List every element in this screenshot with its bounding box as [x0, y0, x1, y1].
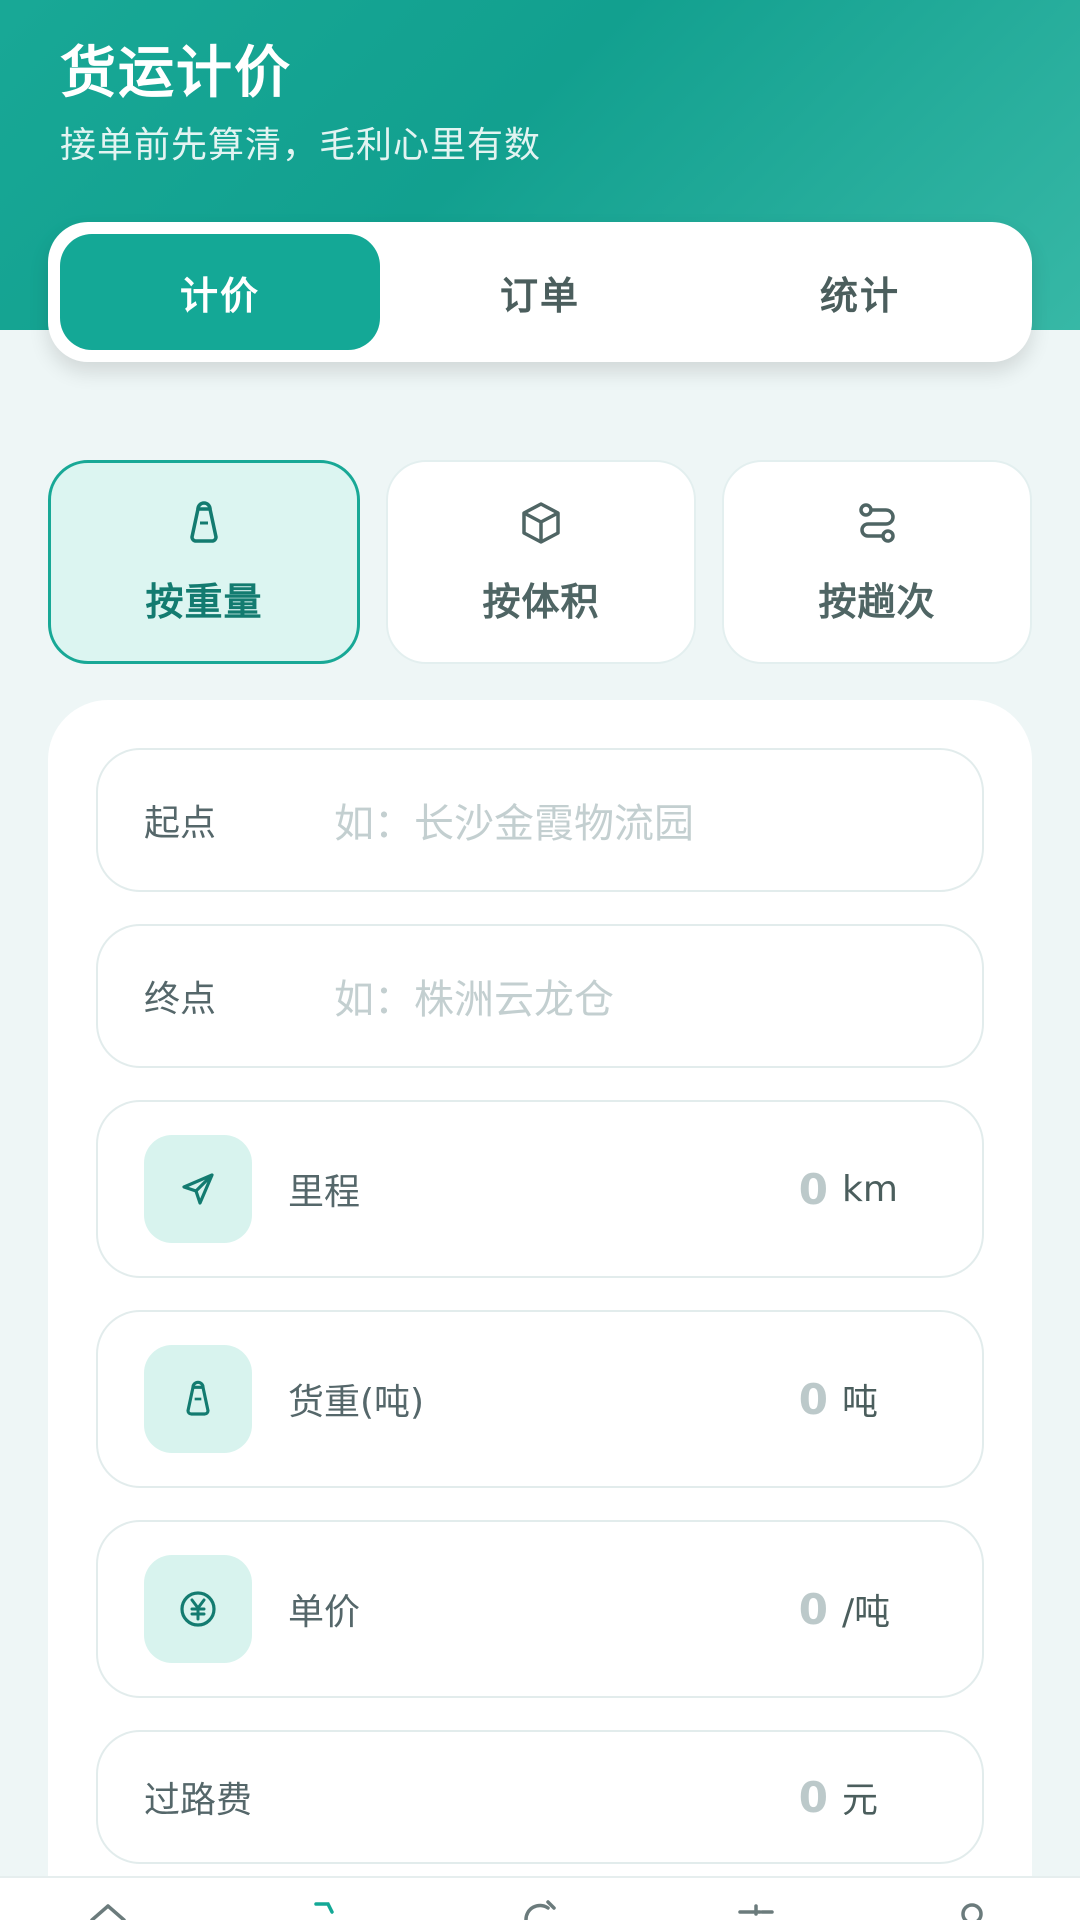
toll-label: 过路费 — [144, 1780, 253, 1821]
distance-icon-box — [144, 1135, 252, 1243]
destination-field[interactable]: 终点 如：株洲云龙仓 — [96, 924, 984, 1068]
distance-label: 里程 — [288, 1172, 361, 1213]
pricing-form: 起点 如：长沙金霞物流园 终点 如：株洲云龙仓 里程 0 km 货重(吨) 0 … — [48, 700, 1032, 1920]
destination-label: 终点 — [144, 979, 217, 1020]
bottom-navigation — [0, 1876, 1080, 1920]
distance-value[interactable]: 0 — [799, 1165, 828, 1214]
truck-icon[interactable] — [734, 1898, 778, 1920]
origin-input[interactable]: 如：长沙金霞物流园 — [334, 791, 694, 849]
weight-field[interactable]: 货重(吨) 0 吨 — [96, 1310, 984, 1488]
weight-icon-box — [144, 1345, 252, 1453]
navigation-icon — [182, 1173, 214, 1205]
weight-unit: 吨 — [842, 1382, 879, 1423]
unit-price-icon-box — [144, 1555, 252, 1663]
freight-pricing-page: 货运计价 接单前先算清，毛利心里有数 计价 订单 统计 按重量 按体积 按趟次 … — [0, 0, 1080, 1920]
route-icon — [859, 502, 895, 543]
page-subtitle: 接单前先算清，毛利心里有数 — [60, 125, 542, 166]
mode-label-trip: 按趟次 — [818, 579, 936, 624]
mode-label-weight: 按重量 — [145, 579, 263, 624]
origin-field[interactable]: 起点 如：长沙金霞物流园 — [96, 748, 984, 892]
toll-unit: 元 — [842, 1780, 879, 1821]
calculator-icon[interactable] — [302, 1898, 346, 1920]
yuan-icon — [180, 1591, 216, 1627]
weight-value[interactable]: 0 — [799, 1375, 828, 1424]
box-icon — [522, 501, 560, 544]
weight-label: 货重(吨) — [288, 1382, 425, 1423]
page-title: 货运计价 — [60, 41, 292, 106]
mode-by-volume[interactable]: 按体积 — [386, 460, 696, 664]
mode-by-weight[interactable]: 按重量 — [48, 460, 360, 664]
destination-input[interactable]: 如：株洲云龙仓 — [334, 967, 614, 1025]
mode-by-trip[interactable]: 按趟次 — [722, 460, 1032, 664]
toll-value[interactable]: 0 — [799, 1773, 828, 1822]
pricing-mode-selector: 按重量 按体积 按趟次 — [48, 460, 1032, 664]
chart-icon[interactable] — [518, 1898, 562, 1920]
unit-price-unit: /吨 — [842, 1592, 891, 1633]
unit-price-label: 单价 — [288, 1592, 361, 1633]
distance-field[interactable]: 里程 0 km — [96, 1100, 984, 1278]
distance-unit: km — [842, 1168, 898, 1210]
toll-field[interactable]: 过路费 0 元 — [96, 1730, 984, 1864]
weight-icon — [190, 500, 218, 543]
tab-statistics[interactable]: 统计 — [700, 234, 1020, 350]
weight-icon — [186, 1380, 210, 1416]
origin-label: 起点 — [144, 803, 217, 844]
user-icon[interactable] — [950, 1898, 994, 1920]
top-tab-bar: 计价 订单 统计 — [48, 222, 1032, 362]
tab-pricing[interactable]: 计价 — [60, 234, 380, 350]
unit-price-field[interactable]: 单价 0 /吨 — [96, 1520, 984, 1698]
tab-orders[interactable]: 订单 — [380, 234, 700, 350]
unit-price-value[interactable]: 0 — [799, 1585, 828, 1634]
mode-label-volume: 按体积 — [482, 579, 600, 624]
home-icon[interactable] — [86, 1898, 130, 1920]
